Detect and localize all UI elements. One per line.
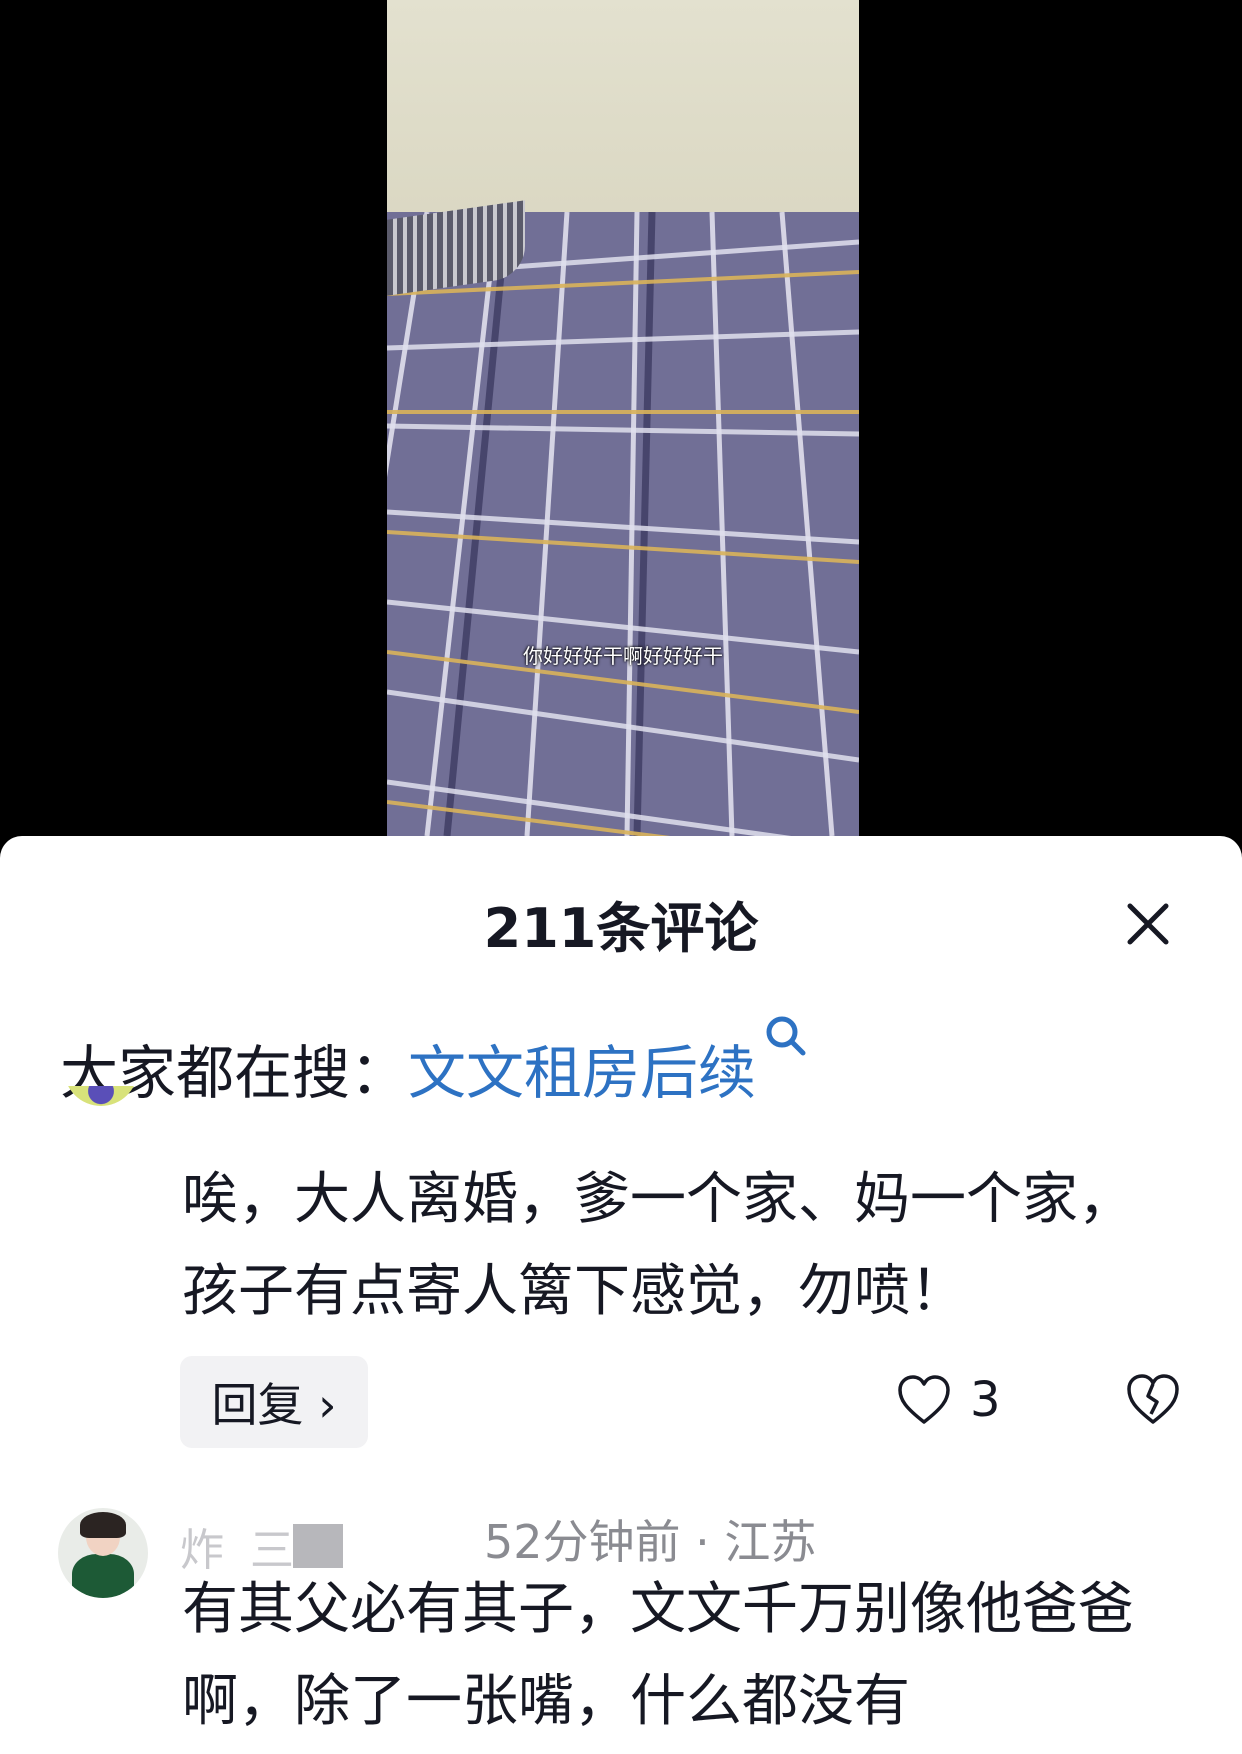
heart-icon bbox=[898, 1375, 950, 1424]
comment-text: 有其父必有其子，文文千万别像他爸爸啊，除了一张嘴，什么都没有 bbox=[182, 1577, 1134, 1734]
like-count: 3 bbox=[970, 1372, 1001, 1428]
avatar[interactable] bbox=[58, 1508, 148, 1598]
trending-search: 大家都在搜：文文租房后续 bbox=[60, 1016, 810, 1110]
close-icon[interactable] bbox=[1120, 896, 1176, 952]
comments-panel: 211条评论 大家都在搜：文文租房后续 唉，大人离婚，爹一个家、妈一个家，孩子有… bbox=[0, 836, 1242, 1754]
avatar[interactable] bbox=[64, 1086, 138, 1106]
bed-sheet-pattern bbox=[387, 212, 859, 836]
like-button[interactable]: 3 bbox=[896, 1372, 1001, 1428]
comment-meta: 52分钟前 · 江苏 bbox=[484, 1515, 817, 1569]
comment-text: 唉，大人离婚，爹一个家、妈一个家，孩子有点寄人篱下感觉，勿喷！ bbox=[182, 1167, 1134, 1324]
comments-title: 211条评论 bbox=[483, 897, 759, 960]
video-subtitle: 你好好好干啊好好好干 bbox=[523, 644, 723, 668]
video-player[interactable]: 你好好好干啊好好好干 bbox=[0, 0, 1242, 836]
trending-search-link[interactable]: 文文租房后续 bbox=[408, 1039, 756, 1107]
redacted-name-block bbox=[293, 1524, 343, 1568]
broken-heart-icon[interactable] bbox=[1124, 1372, 1182, 1426]
reply-button[interactable]: 回复 › bbox=[180, 1356, 368, 1448]
video-frame: 你好好好干啊好好好干 bbox=[387, 0, 859, 836]
video-wall bbox=[387, 0, 859, 236]
search-icon[interactable] bbox=[762, 1012, 810, 1060]
